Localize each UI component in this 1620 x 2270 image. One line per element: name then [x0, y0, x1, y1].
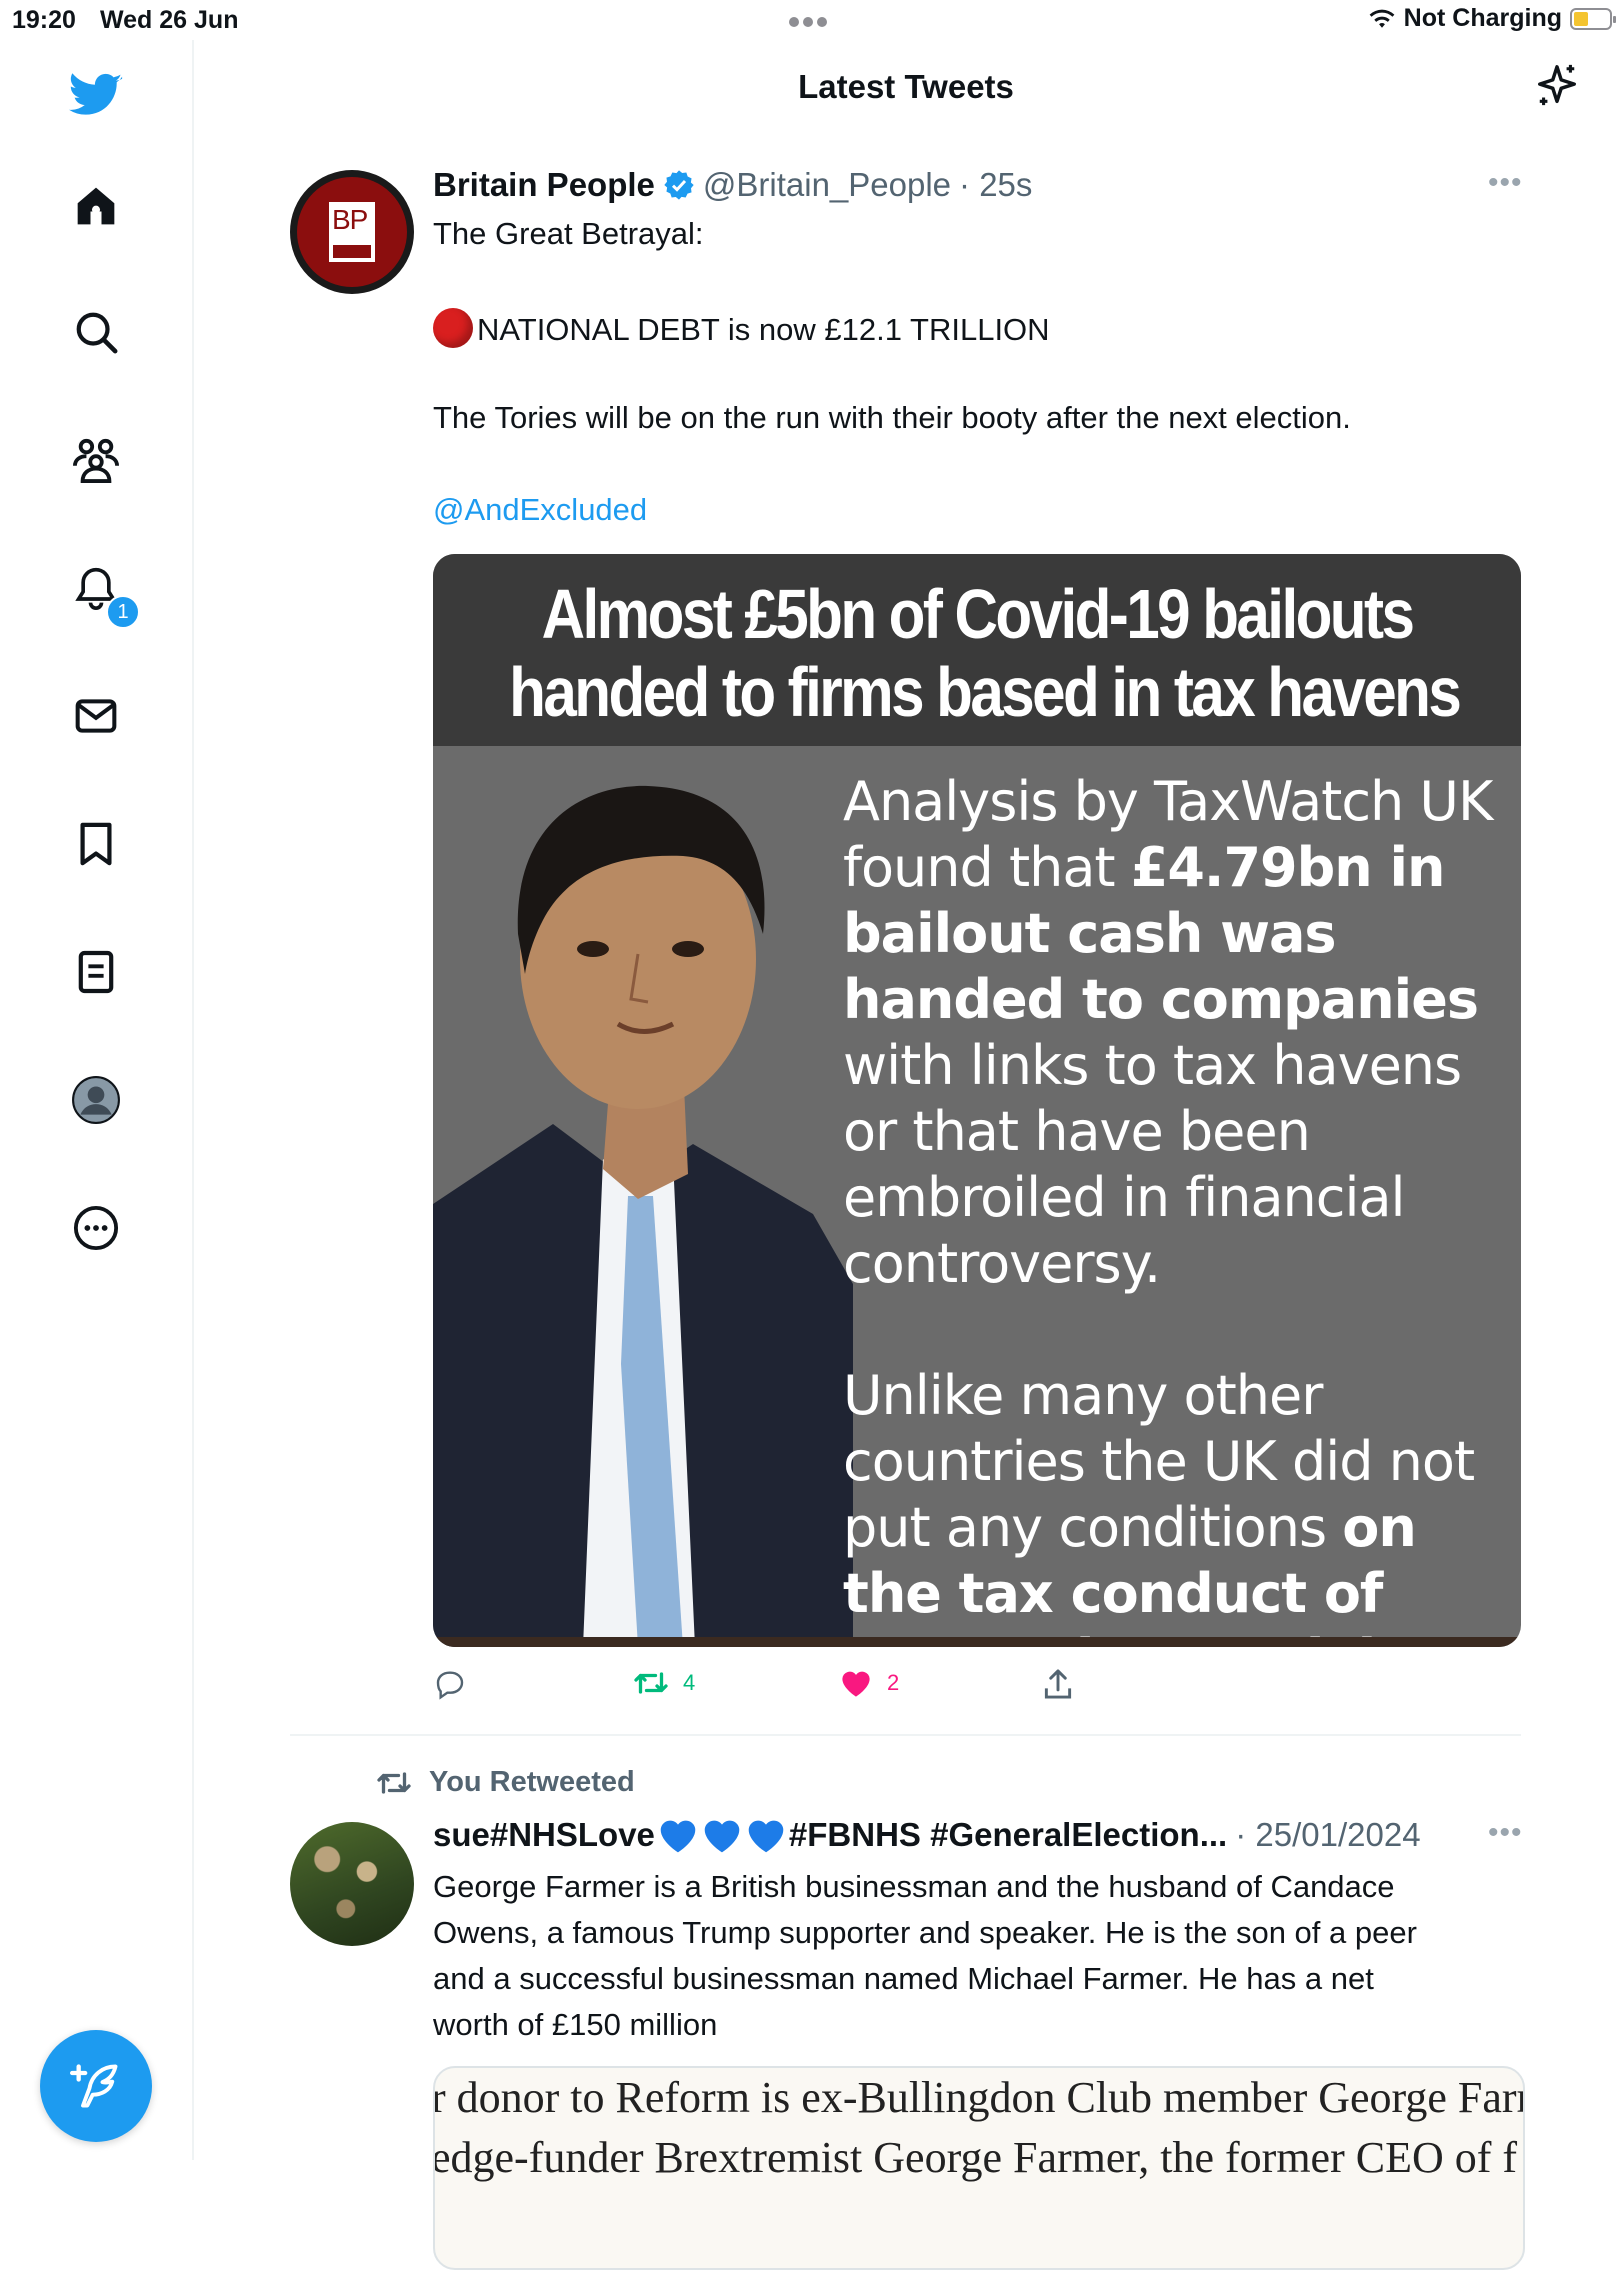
- tweet-text-debt: NATIONAL DEBT is now £12.1 TRILLION: [477, 312, 1050, 347]
- author-name-suffix[interactable]: #FBNHS #GeneralElection...: [789, 1816, 1227, 1854]
- tweet-header: Britain People @Britain_People · 25s: [433, 166, 1032, 204]
- like-button[interactable]: 2: [839, 1668, 899, 1698]
- retweet-small-icon: [377, 1771, 411, 1794]
- tweet-header: sue#NHSLove #FBNHS #GeneralElection... ·…: [433, 1816, 1421, 1854]
- author-avatar[interactable]: BP: [290, 170, 414, 294]
- sparkle-timeline-icon[interactable]: [1534, 62, 1580, 115]
- tweet-actions: 4 2: [433, 1668, 1521, 1708]
- blue-heart-icon: [660, 1820, 696, 1853]
- mention-link[interactable]: @AndExcluded: [433, 492, 647, 528]
- image-text: r donor to Reform is ex-Bullingdon Club …: [433, 2073, 1525, 2122]
- share-button[interactable]: [1043, 1668, 1073, 1700]
- tweet-text-line: Owens, a famous Trump supporter and spea…: [433, 1915, 1417, 1950]
- profile-avatar-icon[interactable]: [68, 1072, 124, 1128]
- author-avatar[interactable]: [290, 1822, 414, 1946]
- search-icon[interactable]: [68, 304, 124, 360]
- tweet-text-line: The Great Betrayal:: [433, 216, 704, 251]
- communities-icon[interactable]: [68, 432, 124, 488]
- status-time: 19:20: [12, 6, 76, 34]
- red-circle-emoji-icon: [433, 308, 473, 348]
- verified-badge-icon: [664, 170, 694, 200]
- person-photo: [433, 785, 853, 1647]
- image-body-text: Analysis by TaxWatch UK found that £4.79…: [843, 769, 1513, 1647]
- tweet-date[interactable]: · 25/01/2024: [1235, 1816, 1420, 1854]
- notification-badge: 1: [106, 595, 140, 629]
- retweet-context-label: You Retweeted: [429, 1766, 635, 1798]
- sidebar: 1: [0, 40, 194, 2160]
- multitask-dots-icon[interactable]: [789, 14, 831, 32]
- image-headline-2: handed to firms based in tax havens: [509, 653, 1462, 731]
- tweet-image[interactable]: Almost £5bn of Covid-19 bailouts handed …: [433, 554, 1521, 1647]
- blue-heart-icon: [748, 1820, 784, 1853]
- retweet-icon: [634, 1672, 668, 1694]
- tweet-more-icon[interactable]: •••: [1488, 1816, 1523, 1850]
- wifi-icon: [1369, 9, 1395, 28]
- avatar-logo-text: BP: [332, 204, 368, 235]
- blue-hearts-emoji: [657, 1816, 787, 1854]
- status-right: Not Charging: [1368, 4, 1616, 33]
- image-text: edge-funder Brextremist George Farmer, t…: [433, 2133, 1518, 2182]
- image-text: with links to tax havens or that have be…: [843, 1034, 1462, 1295]
- tweet-more-icon[interactable]: •••: [1488, 166, 1523, 200]
- page-title: Latest Tweets: [798, 68, 1014, 105]
- heart-filled-icon: [842, 1671, 870, 1697]
- tweet-time[interactable]: · 25s: [959, 166, 1032, 204]
- home-icon[interactable]: [68, 178, 124, 234]
- charging-status: Not Charging: [1403, 4, 1562, 32]
- author-name[interactable]: sue#NHSLove: [433, 1816, 655, 1854]
- tweet-text-line: worth of £150 million: [433, 2007, 718, 2042]
- lists-icon[interactable]: [68, 944, 124, 1000]
- tweet-image[interactable]: r donor to Reform is ex-Bullingdon Club …: [433, 2066, 1525, 2270]
- reply-icon: [436, 1671, 464, 1700]
- bookmarks-icon[interactable]: [68, 816, 124, 872]
- status-bar: 19:20 Wed 26 Jun Not Charging: [0, 0, 1620, 40]
- tweet-divider: [290, 1734, 1521, 1736]
- retweet-button[interactable]: 4: [633, 1668, 695, 1698]
- retweet-context[interactable]: You Retweeted: [375, 1766, 635, 1799]
- compose-tweet-button[interactable]: [40, 2030, 152, 2142]
- author-handle[interactable]: @Britain_People: [703, 166, 951, 204]
- tweet-text-line: NATIONAL DEBT is now £12.1 TRILLION: [433, 308, 1050, 348]
- author-name[interactable]: Britain People: [433, 166, 655, 204]
- blue-heart-icon: [704, 1820, 740, 1853]
- reply-button[interactable]: [433, 1668, 467, 1700]
- tweet-text-line: The Tories will be on the run with their…: [433, 400, 1351, 435]
- image-headline-1: Almost £5bn of Covid-19 bailouts: [541, 575, 1415, 653]
- battery-icon: [1570, 7, 1616, 30]
- status-date: Wed 26 Jun: [100, 6, 239, 34]
- image-bottom-strip: [433, 1637, 1521, 1647]
- tweet-text-line: George Farmer is a British businessman a…: [433, 1869, 1395, 1904]
- messages-mail-icon[interactable]: [68, 688, 124, 744]
- twitter-logo-icon[interactable]: [68, 68, 124, 124]
- retweet-count: 4: [683, 1670, 696, 1695]
- share-icon: [1044, 1669, 1072, 1699]
- compose-feather-icon: [70, 2064, 118, 2108]
- tweet-text: George Farmer is a British businessman a…: [433, 1864, 1533, 2048]
- more-options-icon[interactable]: [68, 1200, 124, 1256]
- like-count: 2: [887, 1670, 900, 1695]
- tweet-text-line: and a successful businessman named Micha…: [433, 1961, 1374, 1996]
